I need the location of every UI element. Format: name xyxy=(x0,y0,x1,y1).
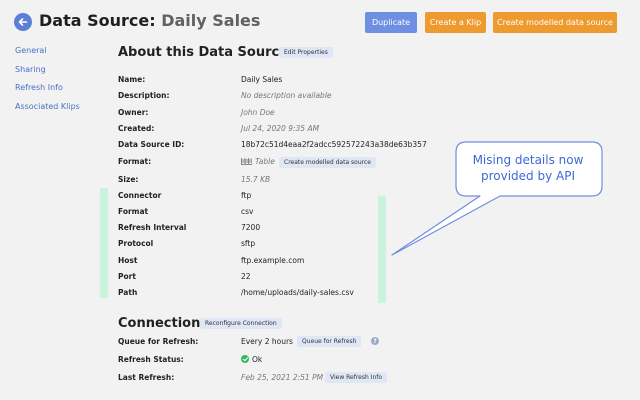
title-prefix: Data Source: xyxy=(39,11,156,30)
about-section-title: About this Data Source xyxy=(118,45,289,60)
data-source-page: Data Source: Daily Sales Duplicate Creat… xyxy=(0,0,640,400)
highlight-bar-right xyxy=(378,196,386,303)
check-circle-icon xyxy=(241,355,249,363)
queue-for-refresh-value: Every 2 hours xyxy=(241,337,293,346)
format-value: Table xyxy=(241,157,275,166)
view-refresh-info-button[interactable]: View Refresh Info xyxy=(325,372,388,383)
size-label: Size: xyxy=(118,175,139,184)
host-value: ftp.example.com xyxy=(241,256,305,265)
reconfigure-connection-button[interactable]: Reconfigure Connection xyxy=(200,318,282,329)
name-value: Daily Sales xyxy=(241,75,283,84)
table-icon xyxy=(241,158,252,165)
edit-properties-button[interactable]: Edit Properties xyxy=(279,47,333,58)
refresh-interval-value: 7200 xyxy=(241,223,261,232)
refresh-status-label: Refresh Status: xyxy=(118,355,184,364)
page-title: Data Source: Daily Sales xyxy=(39,11,260,30)
connector-label: Connector xyxy=(118,191,162,200)
title-data-source-name: Daily Sales xyxy=(161,11,261,30)
created-label: Created: xyxy=(118,124,155,133)
description-label: Description: xyxy=(118,91,170,100)
file-format-value: csv xyxy=(241,207,254,216)
refresh-interval-label: Refresh Interval xyxy=(118,223,187,232)
callout-text: Mising details now provided by API xyxy=(472,153,584,183)
last-refresh-value: Feb 25, 2021 2:51 PM xyxy=(241,373,324,382)
sidebar-item-general[interactable]: General xyxy=(15,46,47,55)
create-klip-button[interactable]: Create a Klip xyxy=(425,12,486,33)
refresh-status-value: Ok xyxy=(241,355,262,364)
owner-value: John Doe xyxy=(241,108,275,117)
protocol-label: Protocol xyxy=(118,239,154,248)
back-button[interactable] xyxy=(14,13,32,31)
file-format-label: Format xyxy=(118,207,149,216)
queue-for-refresh-label: Queue for Refresh: xyxy=(118,337,199,346)
help-icon[interactable]: ? xyxy=(371,337,379,345)
queue-for-refresh-button[interactable]: Queue for Refresh xyxy=(297,336,362,347)
owner-label: Owner: xyxy=(118,108,149,117)
create-modelled-data-source-chip[interactable]: Create modelled data source xyxy=(279,157,376,168)
format-value-text: Table xyxy=(255,157,275,166)
sidebar-item-associated-klips[interactable]: Associated Klips xyxy=(15,102,80,111)
refresh-status-text: Ok xyxy=(252,355,263,364)
format-label: Format: xyxy=(118,157,152,166)
description-value: No description available xyxy=(241,91,332,100)
host-label: Host xyxy=(118,256,138,265)
sidebar-item-refresh-info[interactable]: Refresh Info xyxy=(15,83,63,92)
arrow-left-icon xyxy=(18,18,28,26)
path-value: /home/uploads/daily-sales.csv xyxy=(241,288,354,297)
duplicate-button[interactable]: Duplicate xyxy=(365,12,417,33)
highlight-bar-left xyxy=(100,188,108,298)
path-label: Path xyxy=(118,288,138,297)
sidebar-item-sharing[interactable]: Sharing xyxy=(15,65,46,74)
connector-value: ftp xyxy=(241,191,252,200)
connection-section-title: Connection xyxy=(118,316,201,331)
create-modelled-data-source-button[interactable]: Create modelled data source xyxy=(493,12,617,33)
name-label: Name: xyxy=(118,75,146,84)
data-source-id-label: Data Source ID: xyxy=(118,140,185,149)
size-value: 15.7 KB xyxy=(241,175,271,184)
port-value: 22 xyxy=(241,272,251,281)
port-label: Port xyxy=(118,272,136,281)
last-refresh-label: Last Refresh: xyxy=(118,373,175,382)
data-source-id-value: 18b72c51d4eaa2f2adcc592572243a38de63b357 xyxy=(241,140,427,149)
created-value: Jul 24, 2020 9:35 AM xyxy=(241,124,320,133)
protocol-value: sftp xyxy=(241,239,256,248)
